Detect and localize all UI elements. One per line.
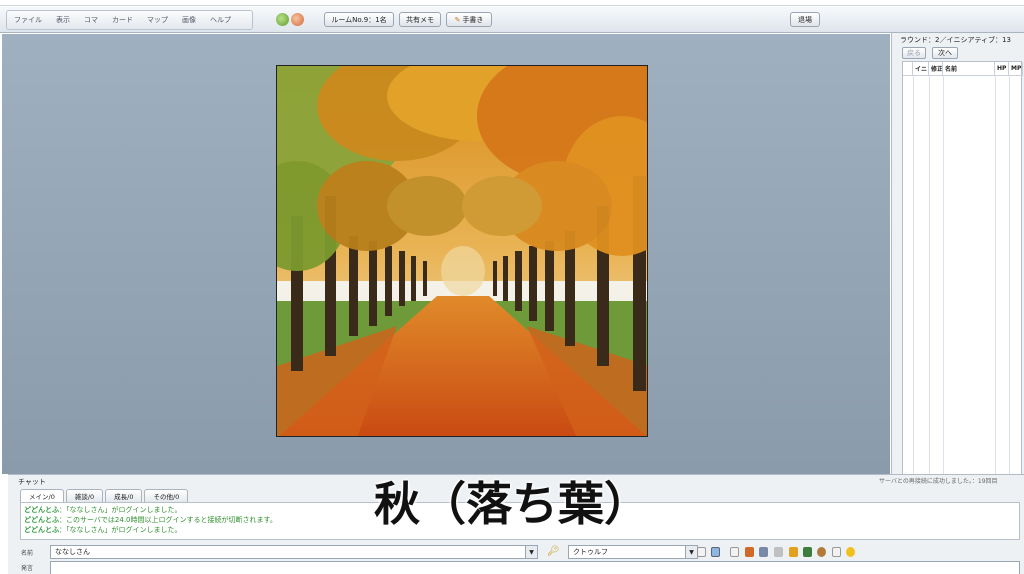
- menu-map[interactable]: マップ: [140, 15, 175, 25]
- tab-growth[interactable]: 成長/0: [105, 489, 143, 502]
- autumn-path-image: [276, 65, 648, 437]
- remove-character-icon[interactable]: [291, 13, 304, 26]
- window-top-strip: [0, 0, 1024, 6]
- shared-memo-button[interactable]: 共有メモ: [399, 12, 441, 27]
- menu-help[interactable]: ヘルプ: [203, 15, 238, 25]
- column-hp[interactable]: HP: [995, 62, 1009, 76]
- message-text: ：このサーバでは24.0時間以上ログインすると接続が切断されます。: [59, 516, 277, 524]
- chevron-down-icon[interactable]: ▼: [685, 546, 697, 558]
- column-mp[interactable]: MP: [1009, 62, 1023, 76]
- name-input[interactable]: ななしさん ▼: [50, 545, 538, 559]
- initiative-table[interactable]: イニ 修正 名前 HP MP: [902, 61, 1023, 491]
- name-label: 名前: [21, 550, 34, 557]
- column-select[interactable]: [903, 62, 913, 76]
- chat-tabs: メイン/0 雑談/0 成長/0 その他/0: [20, 489, 190, 502]
- key-icon[interactable]: 🔑︎: [547, 546, 560, 557]
- sheet-icon[interactable]: [832, 547, 841, 557]
- color-icon[interactable]: [789, 547, 798, 557]
- sound-icon[interactable]: [759, 547, 768, 557]
- column-divider: [995, 76, 996, 490]
- menu-view[interactable]: 表示: [49, 15, 77, 25]
- column-modifier[interactable]: 修正: [929, 62, 943, 76]
- main-menu: ファイル 表示 コマ カード マップ 画像 ヘルプ: [6, 10, 253, 30]
- dice-icon[interactable]: [774, 547, 783, 557]
- exit-button[interactable]: 退場: [790, 12, 820, 27]
- pencil-icon: ✎: [454, 15, 461, 24]
- room-info-button[interactable]: ルームNo.9：1名: [324, 12, 394, 27]
- column-divider: [929, 76, 930, 490]
- message-sender: どどんとふ: [24, 506, 59, 514]
- message-sender: どどんとふ: [24, 516, 59, 524]
- column-name[interactable]: 名前: [943, 62, 995, 76]
- message-sender: どどんとふ: [24, 526, 59, 534]
- handwriting-label: 手書き: [462, 15, 484, 24]
- chevron-down-icon[interactable]: ▼: [525, 546, 537, 558]
- message-text: ：「ななしさん」がログインしました。: [59, 526, 182, 534]
- handwriting-button[interactable]: ✎ 手書き: [446, 12, 492, 27]
- game-system-select[interactable]: クトゥルフ ▼: [568, 545, 698, 559]
- column-initiative[interactable]: イニ: [913, 62, 929, 76]
- name-value: ななしさん: [55, 548, 90, 556]
- next-button[interactable]: 次へ: [932, 47, 958, 59]
- avatar-icon[interactable]: [817, 547, 826, 557]
- smile-icon[interactable]: [846, 547, 855, 557]
- menu-bar: ファイル 表示 コマ カード マップ 画像 ヘルプ ルームNo.9：1名 共有メ…: [0, 7, 1024, 33]
- font-icon[interactable]: [745, 547, 754, 557]
- chat-title: チャット: [18, 478, 46, 486]
- menu-file[interactable]: ファイル: [7, 15, 49, 25]
- document-icon[interactable]: [697, 547, 706, 557]
- book-icon[interactable]: [711, 547, 720, 557]
- tab-chatter[interactable]: 雑談/0: [65, 489, 104, 502]
- add-character-icon[interactable]: [276, 13, 289, 26]
- message-label: 発言: [21, 565, 34, 572]
- back-button[interactable]: 戻る: [902, 47, 926, 59]
- tab-main[interactable]: メイン/0: [20, 489, 64, 502]
- book-green-icon[interactable]: [803, 547, 812, 557]
- server-status: サーバとの再接続に成功しました。：19回目: [879, 478, 998, 485]
- menu-card[interactable]: カード: [105, 15, 140, 25]
- column-divider: [913, 76, 914, 490]
- menu-image[interactable]: 画像: [175, 15, 203, 25]
- column-divider: [1009, 76, 1010, 490]
- page-icon[interactable]: [730, 547, 739, 557]
- message-input[interactable]: [50, 561, 1020, 574]
- autumn-trees-illustration: [277, 66, 647, 436]
- video-caption: 秋（落ち葉）: [374, 477, 650, 531]
- column-divider: [943, 76, 944, 490]
- tab-other[interactable]: その他/0: [144, 489, 189, 502]
- message-text: ：「ななしさん」がログインしました。: [59, 506, 182, 514]
- game-system-value: クトゥルフ: [573, 548, 608, 556]
- initiative-panel: ラウンド：2／イニシアティブ：13 戻る 次へ イニ 修正 名前 HP MP: [891, 33, 1024, 491]
- initiative-title: ラウンド：2／イニシアティブ：13: [900, 36, 1011, 44]
- menu-piece[interactable]: コマ: [77, 15, 105, 25]
